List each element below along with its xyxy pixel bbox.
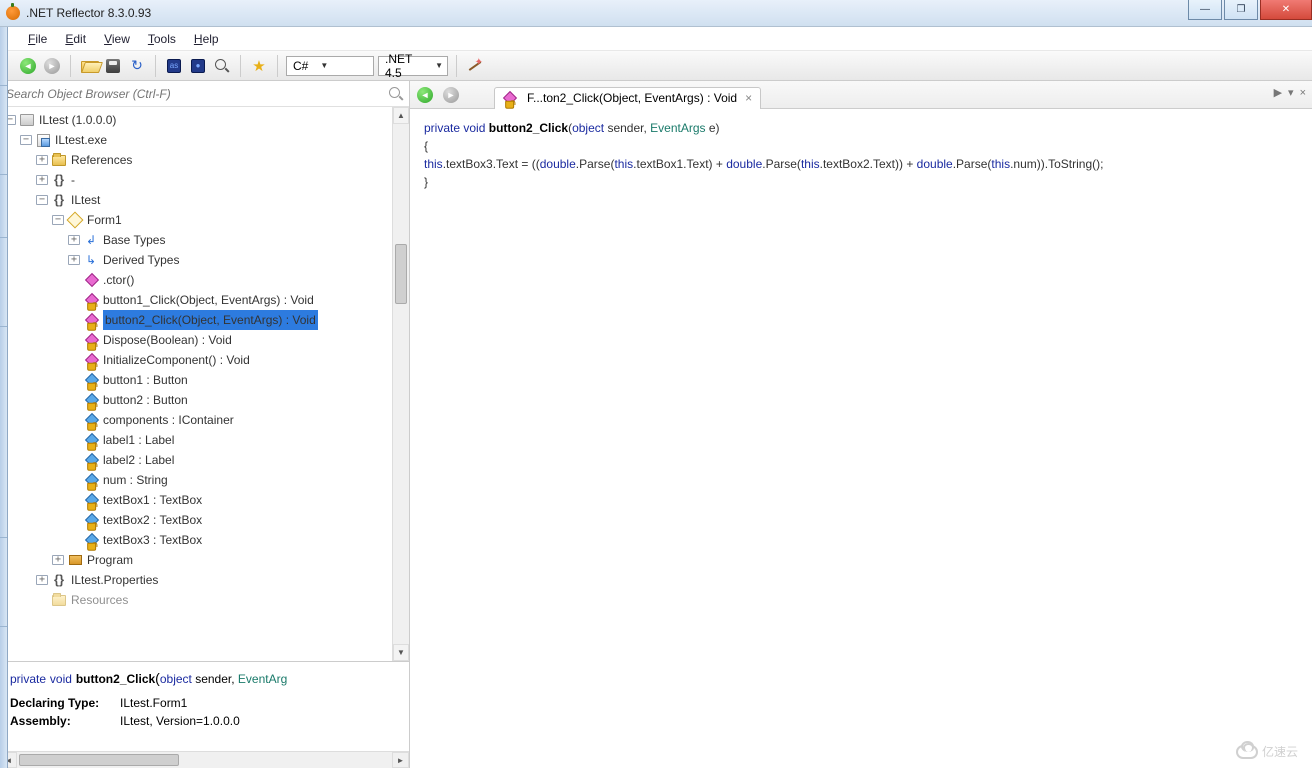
- language-value: C#: [293, 59, 308, 73]
- minimize-button[interactable]: —: [1188, 0, 1222, 20]
- code-back-button[interactable]: ◄: [416, 85, 436, 105]
- tree-form1[interactable]: −Form1: [4, 210, 409, 230]
- bookmark-button[interactable]: ●: [188, 56, 208, 76]
- tree-btn1click[interactable]: button1_Click(Object, EventArgs) : Void: [4, 290, 409, 310]
- tree-derivedtypes[interactable]: +↳Derived Types: [4, 250, 409, 270]
- open-button[interactable]: [79, 56, 99, 76]
- declaring-type-value: ILtest.Form1: [120, 696, 187, 710]
- menu-view[interactable]: View: [96, 29, 138, 49]
- window-left-edge: [0, 27, 8, 768]
- scroll-thumb[interactable]: [395, 244, 407, 304]
- tree-dispose[interactable]: Dispose(Boolean) : Void: [4, 330, 409, 350]
- menu-file[interactable]: File: [20, 29, 55, 49]
- hscroll-thumb[interactable]: [19, 754, 179, 766]
- forward-button[interactable]: ►: [42, 56, 62, 76]
- menu-bar: File Edit View Tools Help: [0, 27, 1312, 51]
- language-dropdown[interactable]: C#▼: [286, 56, 374, 76]
- tree-resources[interactable]: Resources: [4, 590, 409, 610]
- tree-tb3[interactable]: textBox3 : TextBox: [4, 530, 409, 550]
- refresh-button[interactable]: ↻: [127, 56, 147, 76]
- code-view[interactable]: private void button2_Click(object sender…: [410, 109, 1312, 768]
- declaring-type-label: Declaring Type:: [10, 696, 110, 710]
- tree-basetypes[interactable]: +↲Base Types: [4, 230, 409, 250]
- assembly-browser-button[interactable]: as: [164, 56, 184, 76]
- framework-dropdown[interactable]: .NET 4.5▼: [378, 56, 448, 76]
- assembly-value: ILtest, Version=1.0.0.0: [120, 714, 240, 728]
- close-button[interactable]: ✕: [1260, 0, 1312, 20]
- tree-button1[interactable]: button1 : Button: [4, 370, 409, 390]
- tree-button2[interactable]: button2 : Button: [4, 390, 409, 410]
- tree-num[interactable]: num : String: [4, 470, 409, 490]
- tree-program[interactable]: +Program: [4, 550, 409, 570]
- back-button[interactable]: ◄: [18, 56, 38, 76]
- analyzer-button[interactable]: [465, 56, 485, 76]
- tab-dropdown-icon[interactable]: ▾: [1288, 86, 1294, 99]
- tab-close-all-icon[interactable]: ×: [1300, 87, 1306, 99]
- tree-props[interactable]: +{}ILtest.Properties: [4, 570, 409, 590]
- scroll-up-icon[interactable]: ▲: [393, 107, 409, 124]
- tree-tb1[interactable]: textBox1 : TextBox: [4, 490, 409, 510]
- menu-tools[interactable]: Tools: [140, 29, 184, 49]
- menu-edit[interactable]: Edit: [57, 29, 94, 49]
- window-title: .NET Reflector 8.3.0.93: [26, 6, 151, 20]
- code-panel: ◄ ► F...ton2_Click(Object, EventArgs) : …: [410, 81, 1312, 768]
- app-icon: [6, 6, 20, 20]
- object-browser-panel: −ILtest (1.0.0.0) −ILtest.exe +Reference…: [0, 81, 410, 768]
- search-input[interactable]: [6, 87, 389, 101]
- tree-module[interactable]: −ILtest.exe: [4, 130, 409, 150]
- tree-label1[interactable]: label1 : Label: [4, 430, 409, 450]
- title-bar[interactable]: .NET Reflector 8.3.0.93 — ❐ ✕: [0, 0, 1312, 27]
- maximize-button[interactable]: ❐: [1224, 0, 1258, 20]
- method-icon: [501, 90, 517, 106]
- code-forward-button[interactable]: ►: [442, 85, 462, 105]
- signature-text: private void button2_Click(object sender…: [10, 670, 399, 686]
- details-panel: private void button2_Click(object sender…: [0, 661, 409, 751]
- tab-title: F...ton2_Click(Object, EventArgs) : Void: [527, 91, 737, 105]
- tab-close-icon[interactable]: ×: [743, 91, 754, 105]
- scroll-right-icon[interactable]: ►: [392, 752, 409, 768]
- tree-dash-ns[interactable]: +{}-: [4, 170, 409, 190]
- tree-label2[interactable]: label2 : Label: [4, 450, 409, 470]
- framework-value: .NET 4.5: [385, 52, 423, 80]
- tree-view[interactable]: −ILtest (1.0.0.0) −ILtest.exe +Reference…: [0, 107, 409, 661]
- tab-bar: ◄ ► F...ton2_Click(Object, EventArgs) : …: [410, 81, 1312, 109]
- menu-help[interactable]: Help: [186, 29, 227, 49]
- search-button[interactable]: [212, 56, 232, 76]
- search-box[interactable]: [0, 81, 409, 107]
- tree-references[interactable]: +References: [4, 150, 409, 170]
- tree-assembly[interactable]: −ILtest (1.0.0.0): [4, 110, 409, 130]
- tree-scrollbar[interactable]: ▲ ▼: [392, 107, 409, 661]
- favorite-button[interactable]: ★: [249, 56, 269, 76]
- scroll-down-icon[interactable]: ▼: [393, 644, 409, 661]
- tree-namespace[interactable]: −{}ILtest: [4, 190, 409, 210]
- tree-ctor[interactable]: .ctor(): [4, 270, 409, 290]
- toolbar: ◄ ► ↻ as ● ★ C#▼ .NET 4.5▼: [0, 51, 1312, 81]
- save-button[interactable]: [103, 56, 123, 76]
- document-tab[interactable]: F...ton2_Click(Object, EventArgs) : Void…: [494, 87, 761, 109]
- cloud-icon: [1236, 745, 1258, 759]
- tree-components[interactable]: components : IContainer: [4, 410, 409, 430]
- watermark: 亿速云: [1236, 743, 1298, 760]
- tree-tb2[interactable]: textBox2 : TextBox: [4, 510, 409, 530]
- horizontal-scrollbar[interactable]: ◄ ►: [0, 751, 409, 768]
- assembly-label: Assembly:: [10, 714, 110, 728]
- tab-overflow-icon[interactable]: ▶: [1274, 86, 1282, 99]
- tree-btn2click[interactable]: button2_Click(Object, EventArgs) : Void: [4, 310, 409, 330]
- tree-initcomp[interactable]: InitializeComponent() : Void: [4, 350, 409, 370]
- search-icon: [389, 87, 403, 101]
